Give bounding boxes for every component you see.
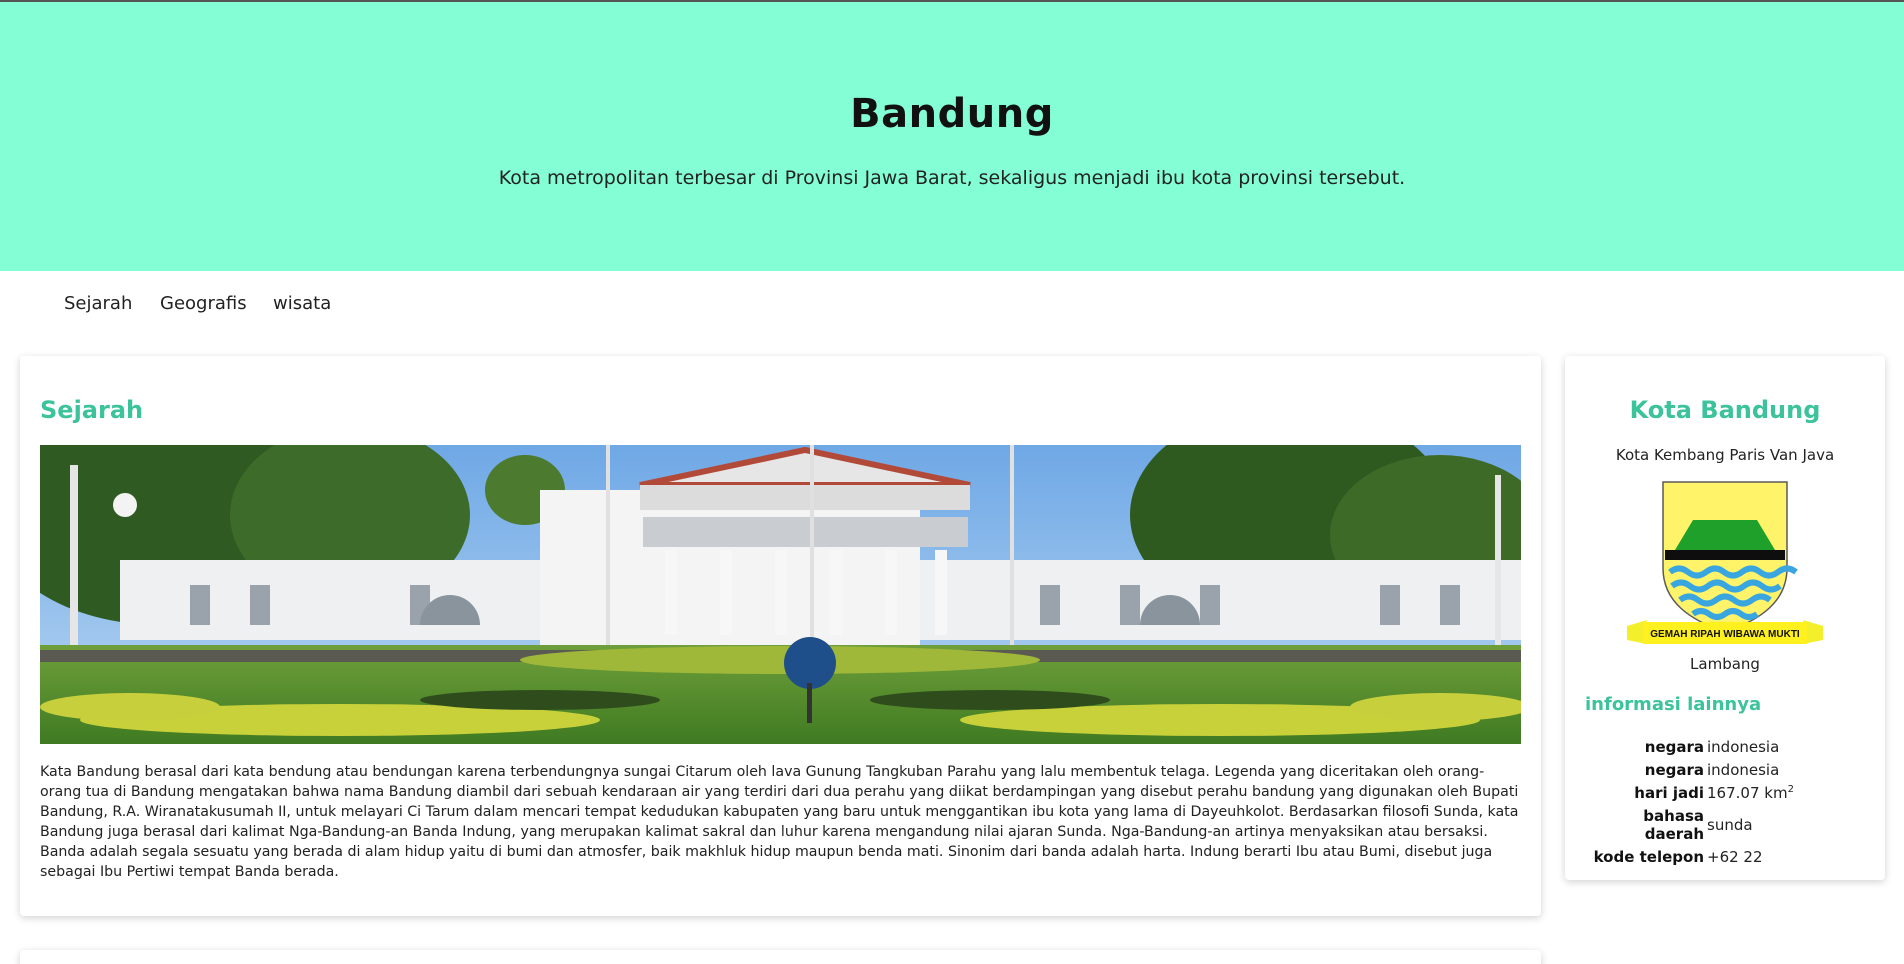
info-key: negara <box>1644 761 1704 779</box>
info-value: indonesia <box>1707 761 1780 779</box>
page-title: Bandung <box>850 91 1054 137</box>
info-key: hari jadi <box>1634 784 1704 802</box>
info-key: bahasa daerah <box>1643 807 1704 843</box>
city-nickname: Kota Kembang Paris Van Java <box>1615 446 1835 464</box>
city-emblem-icon: GEMAH RIPAH WIBAWA MUKTI <box>1625 480 1825 650</box>
section-title: Sejarah <box>40 396 144 424</box>
nav-link-sejarah[interactable]: Sejarah <box>64 293 132 314</box>
history-paragraph: Kata Bandung berasal dari kata bendung a… <box>40 764 1519 880</box>
info-table: negara indonesia negara indonesia hari j… <box>1585 736 1794 869</box>
area-unit-exponent: 2 <box>1787 784 1794 795</box>
table-row: kode telepon +62 22 <box>1585 846 1794 869</box>
svg-text:GEMAH RIPAH WIBAWA MUKTI: GEMAH RIPAH WIBAWA MUKTI <box>1650 629 1800 640</box>
info-key: kode telepon <box>1593 848 1704 866</box>
nav-link-geografis[interactable]: Geografis <box>160 293 247 314</box>
next-section-card <box>20 950 1541 964</box>
emblem-caption: Lambang <box>1690 655 1760 673</box>
page-header: Bandung Kota metropolitan terbesar di Pr… <box>0 2 1904 271</box>
nav-link-wisata[interactable]: wisata <box>273 293 331 314</box>
history-card: Sejarah Kata Bandung berasal dari kata b… <box>20 356 1541 916</box>
city-name: Kota Bandung <box>1629 396 1821 424</box>
info-value: 167.07 km <box>1707 784 1788 802</box>
info-key: negara <box>1644 738 1704 756</box>
gedung-sate-photo <box>40 445 1521 744</box>
info-value: +62 22 <box>1707 848 1763 866</box>
table-row: negara indonesia <box>1585 736 1794 759</box>
info-heading: informasi lainnya <box>1585 694 1762 715</box>
info-value: indonesia <box>1707 738 1780 756</box>
city-info-card: Kota Bandung Kota Kembang Paris Van Java… <box>1565 356 1885 880</box>
table-row: hari jadi 167.07 km2 <box>1585 782 1794 805</box>
info-value-area: 167.07 km2 <box>1707 782 1794 805</box>
page-tagline: Kota metropolitan terbesar di Provinsi J… <box>498 167 1406 189</box>
table-row: bahasa daerah sunda <box>1585 805 1794 846</box>
info-value: sunda <box>1707 816 1753 834</box>
main-nav: Sejarah Geografis wisata <box>0 271 1904 337</box>
table-row: negara indonesia <box>1585 759 1794 782</box>
